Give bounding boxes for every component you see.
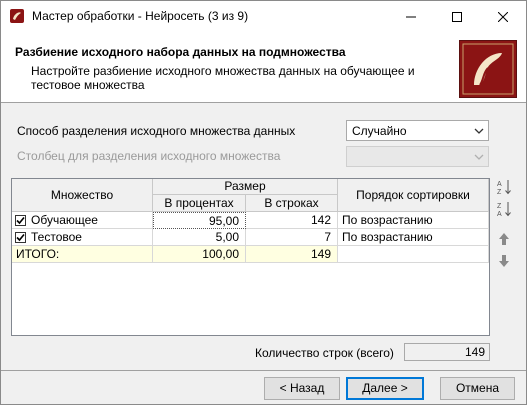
total-row-sort [338,246,489,263]
col-header-rows[interactable]: В строках [246,195,338,212]
row-count[interactable]: 142 [246,212,338,229]
checkmark-icon [16,233,25,242]
row-sort[interactable]: По возрастанию [338,229,489,246]
chevron-down-icon [474,154,484,160]
logo-icon [460,41,516,97]
row-percent[interactable]: 95,00 [153,212,246,229]
sort-descending-button[interactable]: Z A [495,199,513,219]
table-row-cell-name[interactable]: Обучающее [12,212,153,229]
total-row-count: 149 [246,246,338,263]
maximize-button[interactable] [434,1,480,32]
sort-az-icon: A Z [497,180,511,196]
wizard-window: Мастер обработки - Нейросеть (3 из 9) Ра… [0,0,527,405]
window-title: Мастер обработки - Нейросеть (3 из 9) [32,9,249,23]
close-icon [498,11,508,22]
col-header-size: Размер [153,179,338,195]
row-checkbox-test[interactable] [15,232,26,243]
arrow-down-icon [499,255,509,267]
total-row-percent: 100,00 [153,246,246,263]
product-logo [459,40,517,98]
wizard-header: Разбиение исходного набора данных на под… [1,32,526,103]
split-method-label: Способ разделения исходного множества да… [17,124,296,138]
minimize-button[interactable] [388,1,434,32]
sort-za-icon: Z A [497,202,511,218]
subsets-grid[interactable]: Множество Размер В процентах В строках П… [11,178,490,336]
chevron-down-icon [474,128,484,134]
svg-text:A: A [497,211,502,218]
row-sort[interactable]: По возрастанию [338,212,489,229]
svg-text:Z: Z [497,189,502,196]
maximize-icon [452,11,462,22]
table-row-cell-name[interactable]: Тестовое [12,229,153,246]
app-icon [9,8,25,24]
split-column-label: Столбец для разделения исходного множест… [17,149,281,163]
split-method-value: Случайно [352,124,407,138]
next-button[interactable]: Далее > [346,377,424,400]
move-up-button[interactable] [495,229,513,249]
row-name: Тестовое [31,230,82,244]
row-count-field: 149 [404,343,490,361]
row-percent[interactable]: 5,00 [153,229,246,246]
row-count[interactable]: 7 [246,229,338,246]
title-bar: Мастер обработки - Нейросеть (3 из 9) [1,1,526,32]
cancel-button[interactable]: Отмена [440,377,515,400]
col-header-percent[interactable]: В процентах [153,195,246,212]
back-button[interactable]: < Назад [264,377,340,400]
svg-text:A: A [497,181,502,188]
split-column-select[interactable] [346,146,489,167]
row-name: Обучающее [31,213,98,227]
col-header-sort[interactable]: Порядок сортировки [338,179,489,212]
col-header-set[interactable]: Множество [12,179,153,212]
row-count-label: Количество строк (всего) [255,346,394,360]
close-button[interactable] [480,1,526,32]
sort-ascending-button[interactable]: A Z [495,177,513,197]
svg-text:Z: Z [497,203,502,210]
move-down-button[interactable] [495,251,513,271]
step-title: Разбиение исходного набора данных на под… [15,45,346,59]
minimize-icon [406,16,416,17]
total-row-label: ИТОГО: [12,246,153,263]
row-checkbox-training[interactable] [15,215,26,226]
arrow-up-icon [499,233,509,245]
split-method-select[interactable]: Случайно [346,120,489,141]
footer-separator [1,370,526,371]
step-description: Настройте разбиение исходного множества … [31,64,415,92]
checkmark-icon [16,216,25,225]
